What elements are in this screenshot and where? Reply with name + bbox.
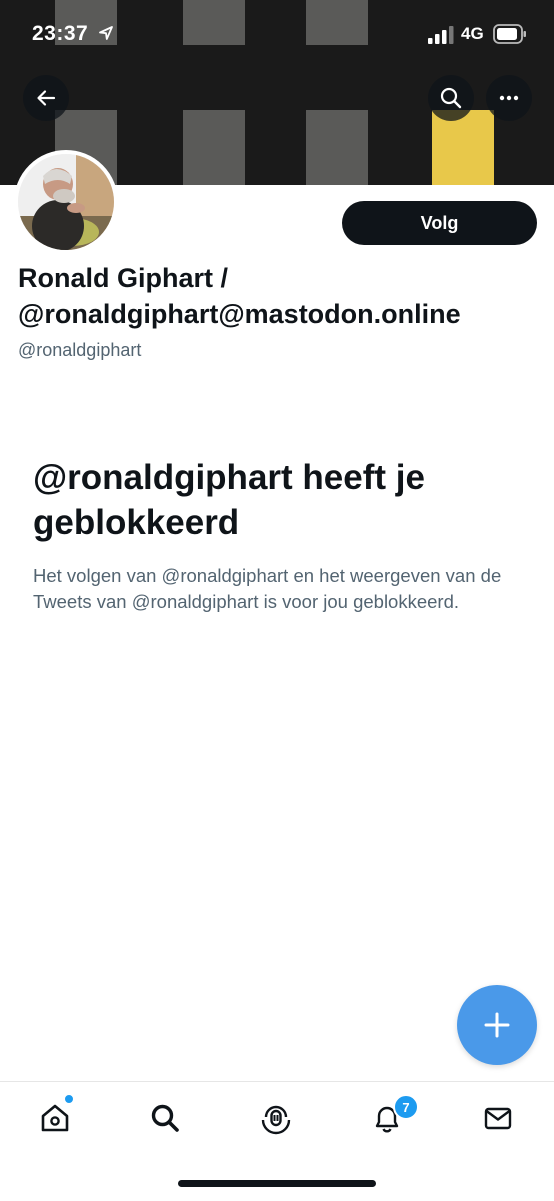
spaces-icon (261, 1105, 291, 1135)
follow-button[interactable]: Volg (342, 201, 537, 245)
plus-icon (484, 1012, 510, 1038)
blocked-title: @ronaldgiphart heeft je geblokkeerd (33, 458, 425, 542)
profile-display-name: Ronald Giphart / @ronaldgiphart@mastodon… (18, 263, 461, 329)
tab-search[interactable] (145, 1098, 185, 1138)
banner-window (183, 110, 245, 185)
home-icon (41, 1104, 69, 1132)
signal-bars-icon (428, 26, 454, 44)
location-arrow-icon (99, 26, 113, 40)
more-horizontal-icon (499, 95, 519, 101)
status-bar: 23:37 4G (0, 0, 554, 70)
notifications-badge: 7 (393, 1094, 419, 1120)
battery-icon (493, 24, 526, 44)
home-indicator[interactable] (178, 1180, 376, 1187)
avatar[interactable] (14, 150, 118, 254)
more-button[interactable] (486, 75, 532, 121)
compose-tweet-button[interactable] (457, 985, 537, 1065)
search-button[interactable] (428, 75, 474, 121)
network-type: 4G (461, 24, 484, 43)
search-icon (440, 87, 462, 109)
blocked-description: Het volgen van @ronaldgiphart en het wee… (33, 565, 502, 612)
back-button[interactable] (23, 75, 69, 121)
status-time: 23:37 (32, 22, 89, 45)
home-unread-dot (63, 1093, 75, 1105)
avatar-photo (18, 154, 114, 250)
tab-messages[interactable] (478, 1098, 518, 1138)
search-icon (151, 1104, 179, 1132)
banner-window (306, 110, 368, 185)
mail-icon (484, 1107, 512, 1130)
profile-handle: @ronaldgiphart (18, 340, 142, 360)
arrow-left-icon (37, 90, 56, 106)
tab-spaces[interactable] (256, 1098, 296, 1138)
banner-lit-window (432, 110, 494, 185)
